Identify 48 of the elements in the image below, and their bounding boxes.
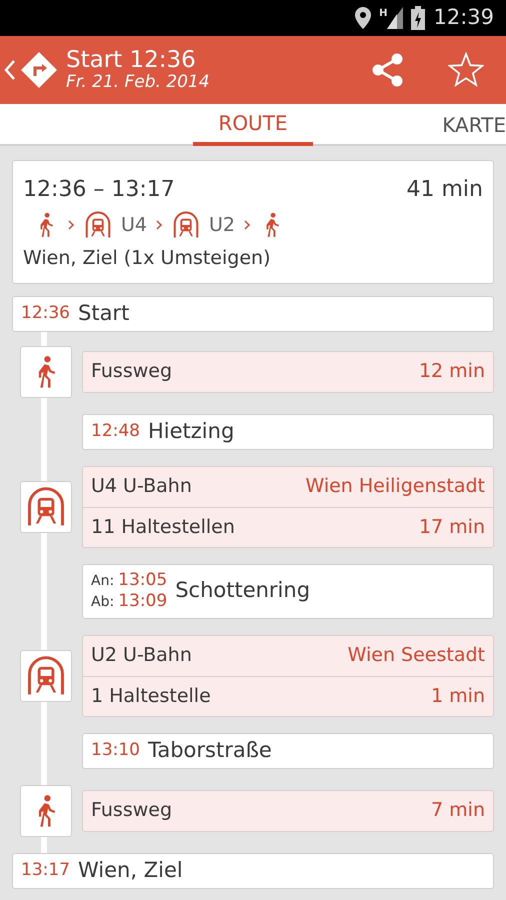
- location-pin-icon: [355, 7, 372, 29]
- star-icon[interactable]: [448, 52, 484, 88]
- line-label: U4: [121, 212, 147, 238]
- leg-detail: 12 min: [418, 359, 485, 384]
- stop-time: 13:10: [91, 738, 140, 762]
- battery-icon: [411, 6, 426, 30]
- stop-time: 13:17: [21, 858, 70, 882]
- back-chevron-icon[interactable]: [4, 59, 16, 81]
- chevron-icon: [155, 219, 163, 231]
- chevron-icon: [243, 219, 251, 231]
- arrival-label: An:: [91, 572, 114, 590]
- stop-time: 12:36: [21, 302, 70, 325]
- stop-name: Taborstraße: [148, 736, 272, 764]
- leg-label: 1 Haltestelle: [91, 684, 211, 709]
- stop-name: Schottenring: [175, 577, 310, 604]
- signal-icon: [387, 7, 404, 29]
- time-range: 12:36 – 13:17: [23, 176, 175, 204]
- leg-detail: 1 min: [431, 684, 485, 709]
- chevron-icon: [67, 219, 75, 231]
- subway-icon: [171, 210, 201, 240]
- subway-icon: [83, 210, 113, 240]
- header-date: Fr. 21. Feb. 2014: [66, 73, 211, 92]
- leg-detail: 17 min: [418, 514, 485, 540]
- leg-label: Fussweg: [91, 798, 172, 824]
- network-type-label: H: [379, 9, 388, 19]
- departure-time: 13:09: [118, 591, 168, 612]
- route-sign-icon: [20, 51, 58, 89]
- header-title: Start 12:36: [66, 48, 197, 74]
- leg-label: U4 U-Bahn: [91, 474, 192, 500]
- leg-label: U2 U-Bahn: [91, 643, 192, 668]
- arrival-time: 13:05: [118, 570, 168, 591]
- leg-label: 11 Haltestellen: [91, 514, 235, 540]
- line-label: U2: [209, 212, 235, 238]
- tab[interactable]: ROUTE: [193, 104, 313, 146]
- leg-detail: Wien Seestadt: [348, 643, 485, 668]
- duration: 41 min: [406, 176, 483, 204]
- leg-detail: Wien Heiligenstadt: [305, 474, 485, 500]
- departure-label: Ab:: [91, 594, 114, 612]
- leg-detail: 7 min: [431, 798, 485, 824]
- status-time: 12:39: [433, 4, 494, 32]
- leg-label: Fussweg: [91, 359, 172, 384]
- stop-name: Hietzing: [148, 418, 234, 445]
- tab[interactable]: KARTE: [442, 104, 506, 146]
- stop-time: 12:48: [91, 420, 140, 443]
- stop-name: Wien, Ziel: [78, 856, 183, 884]
- destination: Wien, Ziel (1x Umsteigen): [23, 246, 272, 271]
- stop-name: Start: [78, 300, 130, 327]
- summary-card[interactable]: 12:36 – 13:17 41 min U4 U2 Wien, Ziel (1x Umsteigen): [12, 160, 494, 284]
